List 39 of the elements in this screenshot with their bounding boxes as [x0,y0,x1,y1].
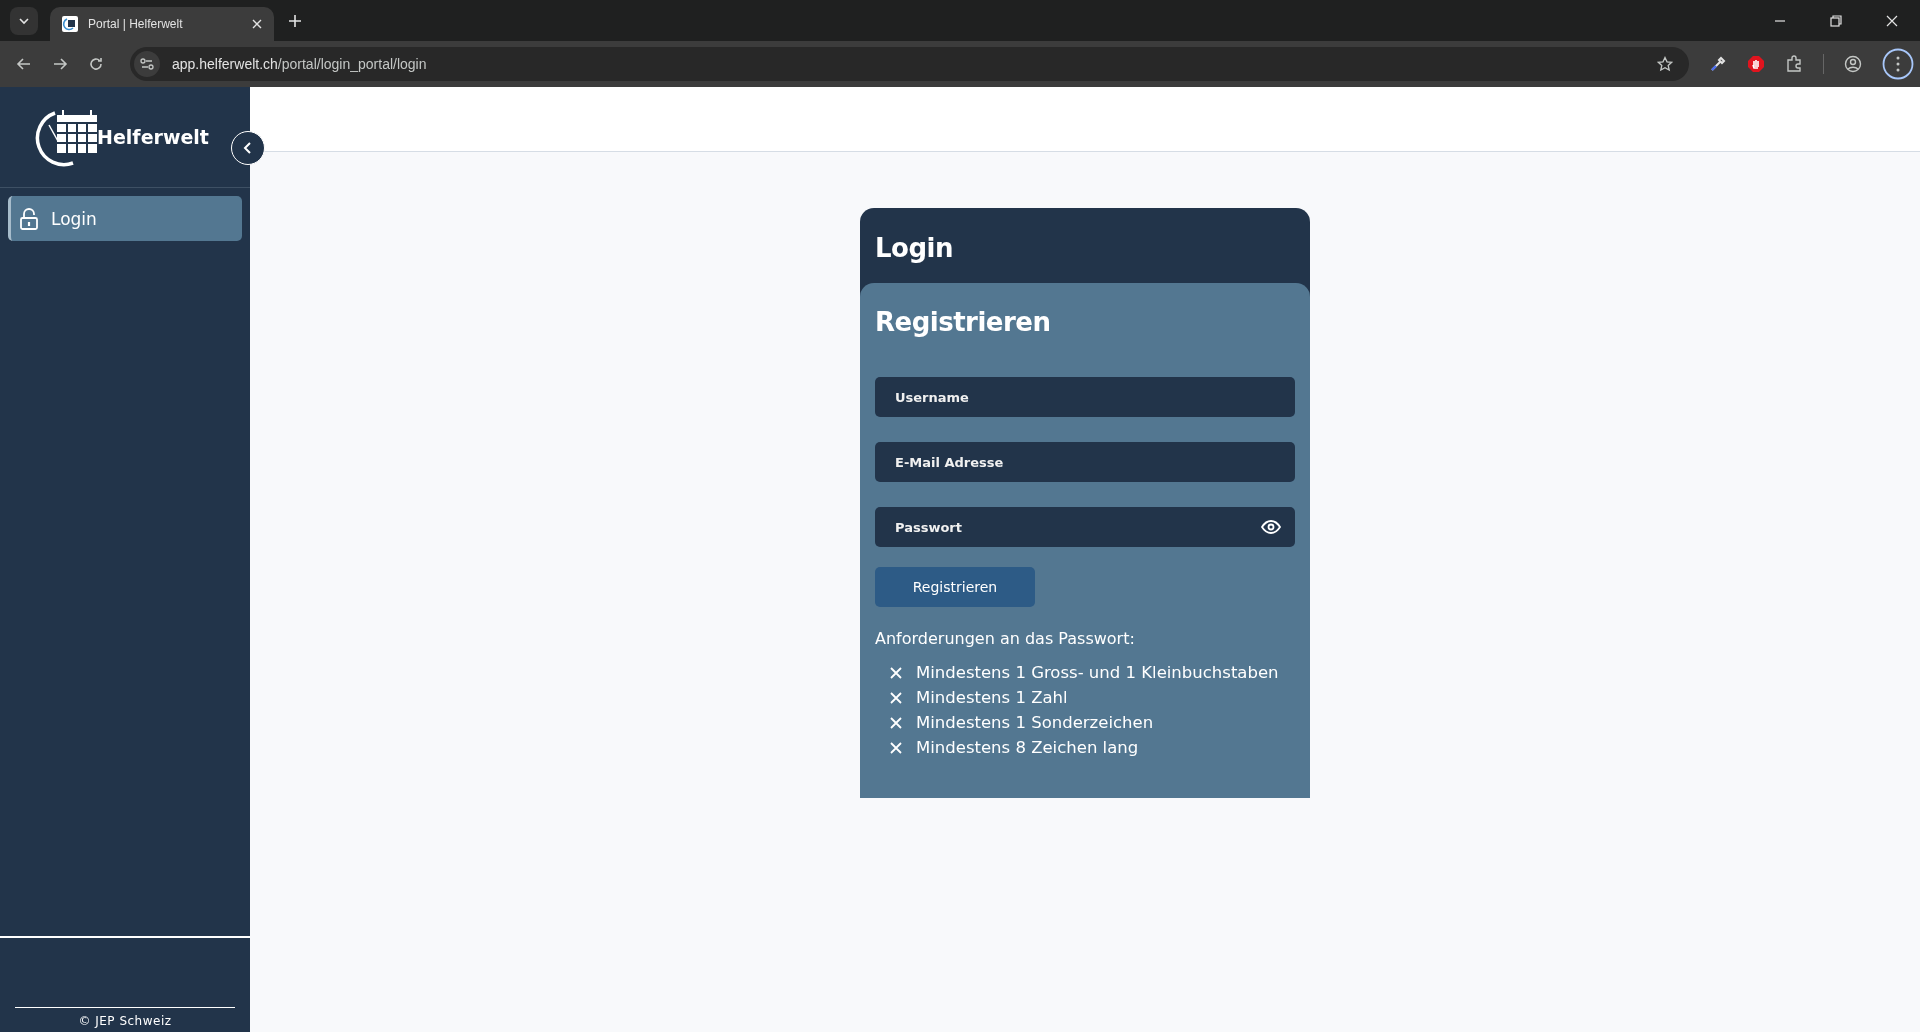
puzzle-icon[interactable] [1785,55,1803,73]
more-menu-icon[interactable] [1882,48,1914,80]
tab-search-button[interactable] [10,6,38,35]
address-bar[interactable]: app.helferwelt.ch/portal/login_portal/login [130,47,1689,81]
collapse-sidebar-button[interactable] [231,131,265,165]
card-title: Login [875,232,953,263]
unlocked-padlock-icon [19,207,39,230]
site-settings-icon[interactable] [134,51,160,77]
requirement-text: Mindestens 1 Zahl [916,688,1068,707]
stop-hand-icon[interactable] [1747,55,1765,73]
input-field[interactable]: E-Mail Adresse [875,442,1295,482]
requirement-text: Mindestens 8 Zeichen lang [916,738,1139,757]
tab-title: Portal | Helferwelt [88,17,184,31]
eyedropper-icon[interactable] [1709,55,1727,73]
nav-item[interactable]: Login [8,196,242,241]
eye-icon[interactable] [1261,520,1281,534]
password-field[interactable]: Passwort [875,507,1295,547]
copyright-text: © JEP Schweiz [78,1014,172,1028]
restore-icon[interactable] [1830,14,1842,27]
close-icon[interactable] [252,19,262,29]
url-text: app.helferwelt.ch/portal/login_portal/login [172,56,427,72]
back-icon[interactable] [16,56,32,72]
register-button[interactable]: Registrieren [875,567,1035,607]
nav-label: Login [51,208,97,229]
requirements-heading: Anforderungen an das Passwort: [875,629,1136,648]
star-icon[interactable] [1657,56,1673,72]
new-tab-icon[interactable] [288,13,302,28]
forward-icon[interactable] [52,56,68,72]
reload-icon[interactable] [88,56,104,72]
profile-icon[interactable] [1844,55,1862,73]
brand-name: Helferwelt [97,126,209,148]
browser-tab[interactable]: Portal | Helferwelt [50,7,274,41]
form-title: Registrieren [875,307,1052,337]
requirement-text: Mindestens 1 Sonderzeichen [916,713,1154,732]
requirement-text: Mindestens 1 Gross- und 1 Kleinbuchstaben [916,663,1279,682]
chevron-left-icon [243,142,253,154]
close-window-icon[interactable] [1886,14,1898,27]
input-field[interactable]: Username [875,377,1295,417]
favicon-icon [62,16,78,32]
